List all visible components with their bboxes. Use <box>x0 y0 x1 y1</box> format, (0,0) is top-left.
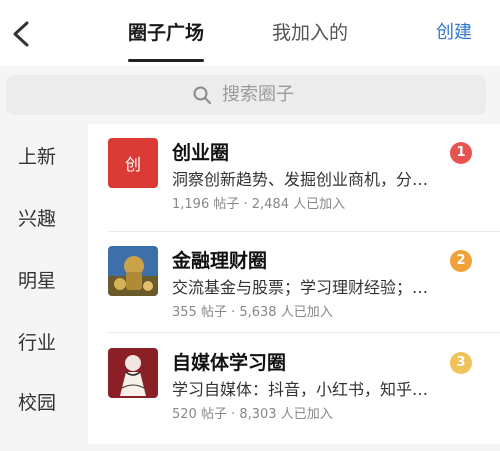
rank-badge: 1 <box>450 142 472 164</box>
circle-avatar <box>108 246 158 296</box>
circle-description: 学习自媒体：抖音，小红书，知乎… <box>172 380 429 399</box>
create-button[interactable]: 创建 <box>436 18 472 48</box>
circle-name: 创业圈 <box>172 142 230 164</box>
divider <box>108 332 500 333</box>
active-tab-indicator <box>128 59 204 62</box>
search-icon <box>192 85 212 105</box>
circle-stats: 1,196 帖子 · 2,484 人已加入 <box>172 197 346 212</box>
sidebar-item-interest[interactable]: 兴趣 <box>0 204 88 231</box>
search-input[interactable]: 搜索圈子 <box>6 75 486 115</box>
rank-badge: 2 <box>450 250 472 272</box>
circle-name: 自媒体学习圈 <box>172 352 287 374</box>
sidebar-item-industry[interactable]: 行业 <box>0 328 88 355</box>
sidebar-item-star[interactable]: 明星 <box>0 266 88 293</box>
sidebar-item-campus[interactable]: 校园 <box>0 388 88 415</box>
sidebar-item-new[interactable]: 上新 <box>0 142 88 169</box>
list-item[interactable]: 自媒体学习圈 学习自媒体：抖音，小红书，知乎… 520 帖子 · 8,303 人… <box>88 334 500 432</box>
list-item[interactable]: 金融理财圈 交流基金与股票；学习理财经验；… 355 帖子 · 5,638 人已… <box>88 232 500 330</box>
rank-badge: 3 <box>450 352 472 374</box>
circle-list: 创 创业圈 洞察创新趋势、发掘创业商机，分… 1,196 帖子 · 2,484 … <box>88 124 500 444</box>
circle-description: 洞察创新趋势、发掘创业商机，分… <box>172 170 429 189</box>
search-placeholder: 搜索圈子 <box>222 84 294 105</box>
top-bar: 圈子广场 我加入的 创建 <box>0 0 500 66</box>
circle-description: 交流基金与股票；学习理财经验；… <box>172 278 429 297</box>
circle-avatar <box>108 348 158 398</box>
list-item[interactable]: 创 创业圈 洞察创新趋势、发掘创业商机，分… 1,196 帖子 · 2,484 … <box>88 124 500 222</box>
circle-name: 金融理财圈 <box>172 250 268 272</box>
circle-stats: 355 帖子 · 5,638 人已加入 <box>172 305 333 320</box>
tab-joined[interactable]: 我加入的 <box>272 18 348 48</box>
back-arrow-icon[interactable] <box>10 20 32 48</box>
circle-avatar-text: 创 <box>124 155 141 174</box>
category-sidebar: 上新 兴趣 明星 行业 校园 <box>0 124 88 444</box>
circle-avatar: 创 <box>108 138 158 188</box>
circle-stats: 520 帖子 · 8,303 人已加入 <box>172 407 333 422</box>
search-area: 搜索圈子 <box>0 66 500 124</box>
tab-circle-plaza[interactable]: 圈子广场 <box>128 18 204 48</box>
bottom-edge <box>0 444 500 451</box>
